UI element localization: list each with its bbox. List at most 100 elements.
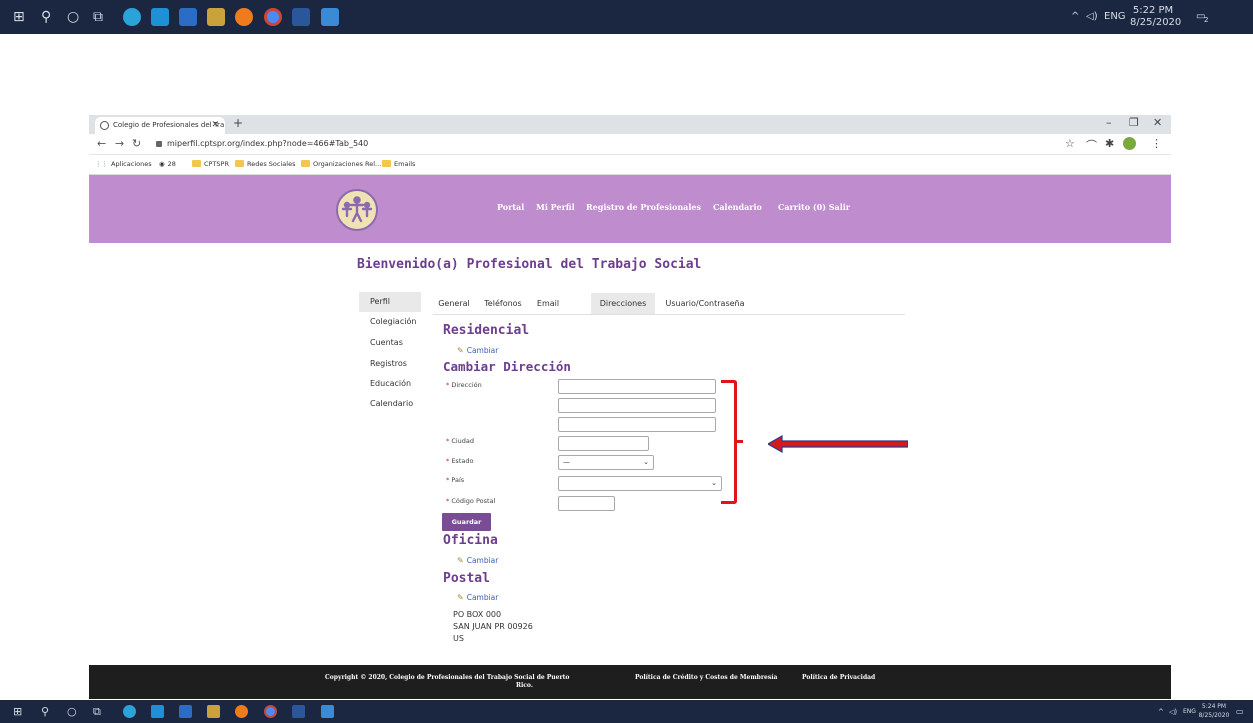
clock-time: 5:24 PM xyxy=(1201,703,1227,710)
bookmark-redes[interactable]: Redes Sociales xyxy=(235,160,295,169)
clock[interactable]: 5:24 PM 8/25/2020 xyxy=(1198,702,1230,720)
ciudad-input[interactable] xyxy=(558,436,649,451)
language-indicator[interactable]: ENG xyxy=(1104,11,1126,23)
calendar-app-icon[interactable] xyxy=(179,8,197,26)
edge-icon[interactable] xyxy=(123,8,141,26)
bookmark-28[interactable]: ◉ 28 xyxy=(159,160,176,169)
side-item-colegiacion[interactable]: Colegiación xyxy=(359,312,421,332)
menu-kebab-icon[interactable]: ⋮ xyxy=(1151,137,1162,150)
search-icon[interactable]: ⚲ xyxy=(41,7,51,27)
url-text: miperfil.cptspr.org/index.php?node=466#T… xyxy=(167,139,369,148)
bookmark-organizaciones[interactable]: Organizaciones Rel... xyxy=(301,160,381,169)
apps-grid-icon: ⋮⋮ xyxy=(95,160,108,168)
new-tab-icon[interactable]: + xyxy=(233,116,243,130)
red-bracket-tick xyxy=(734,440,743,443)
photos-icon[interactable] xyxy=(321,705,334,718)
section-oficina: Oficina xyxy=(443,533,498,548)
browser-tab[interactable]: Colegio de Profesionales del Tra ✕ xyxy=(95,117,225,134)
word-icon[interactable] xyxy=(292,8,310,26)
notification-icon[interactable]: ▭ xyxy=(1236,706,1244,718)
side-item-educacion[interactable]: Educación xyxy=(359,374,421,394)
side-item-cuentas[interactable]: Cuentas xyxy=(359,333,421,353)
nav-registro[interactable]: Registro de Profesionales xyxy=(586,202,701,212)
minimize-icon[interactable]: – xyxy=(1106,116,1112,129)
side-item-calendario[interactable]: Calendario xyxy=(359,394,421,414)
logo-figures-icon xyxy=(341,196,373,223)
tab-general[interactable]: General xyxy=(433,293,475,314)
store-icon[interactable] xyxy=(207,8,225,26)
word-icon[interactable] xyxy=(292,705,305,718)
tab-usuario-contrasena[interactable]: Usuario/Contraseña xyxy=(657,293,753,314)
mail-icon[interactable] xyxy=(151,705,164,718)
cambiar-postal-link[interactable]: ✎ Cambiar xyxy=(457,593,498,602)
clock[interactable]: 5:22 PM 8/25/2020 xyxy=(1130,5,1182,29)
firefox-icon[interactable] xyxy=(235,705,248,718)
start-icon[interactable]: ⊞ xyxy=(13,702,22,722)
tab-telefonos[interactable]: Teléfonos xyxy=(477,293,529,314)
nav-portal[interactable]: Portal xyxy=(497,202,524,212)
puzzle-icon[interactable]: ✱ xyxy=(1105,137,1114,150)
edge-icon[interactable] xyxy=(123,705,136,718)
profile-avatar[interactable] xyxy=(1123,137,1136,150)
lock-icon xyxy=(156,141,162,147)
cambiar-residencial-link[interactable]: ✎ Cambiar xyxy=(457,346,498,355)
chrome-icon[interactable] xyxy=(264,705,277,718)
nav-calendario[interactable]: Calendario xyxy=(713,202,762,212)
address-bar: ← → ↻ miperfil.cptspr.org/index.php?node… xyxy=(89,134,1171,155)
folder-icon xyxy=(382,160,391,167)
save-button[interactable]: Guardar xyxy=(442,513,491,531)
extension-icon[interactable]: ⌒ xyxy=(1086,137,1097,153)
search-icon[interactable]: ⚲ xyxy=(41,702,49,722)
nav-carrito-salir[interactable]: Carrito (0) Salir xyxy=(778,202,850,212)
tab-direcciones[interactable]: Direcciones xyxy=(591,293,655,314)
pencil-icon: ✎ xyxy=(457,593,464,602)
label-pais: * País xyxy=(446,476,465,484)
chrome-icon[interactable] xyxy=(264,8,282,26)
direccion-line3-input[interactable] xyxy=(558,417,716,432)
bookmark-cptspr[interactable]: CPTSPR xyxy=(192,160,229,169)
cortana-icon[interactable]: ○ xyxy=(67,702,77,722)
footer-link-privacidad[interactable]: Política de Privacidad xyxy=(802,674,875,681)
reload-icon[interactable]: ↻ xyxy=(132,137,141,150)
calendar-app-icon[interactable] xyxy=(179,705,192,718)
task-view-icon[interactable]: ⧉ xyxy=(93,702,101,722)
nav-mi-perfil[interactable]: Mi Perfil xyxy=(536,202,575,212)
volume-icon[interactable]: ◁) xyxy=(1086,11,1098,23)
estado-select[interactable]: — ⌄ xyxy=(558,455,654,470)
direccion-line2-input[interactable] xyxy=(558,398,716,413)
label-estado: * Estado xyxy=(446,457,474,465)
window-close-icon[interactable]: ✕ xyxy=(1153,116,1162,129)
restore-icon[interactable]: ❐ xyxy=(1129,116,1139,129)
section-residencial: Residencial xyxy=(443,323,530,338)
cambiar-oficina-link[interactable]: ✎ Cambiar xyxy=(457,556,498,565)
clock-date: 8/25/2020 xyxy=(1130,17,1182,28)
url-input[interactable]: miperfil.cptspr.org/index.php?node=466#T… xyxy=(153,136,1053,152)
store-icon[interactable] xyxy=(207,705,220,718)
tray-chevron-icon[interactable]: ^ xyxy=(1158,706,1164,718)
bookmark-emails[interactable]: Emails xyxy=(382,160,415,169)
direccion-line1-input[interactable] xyxy=(558,379,716,394)
start-icon[interactable]: ⊞ xyxy=(13,7,25,27)
tab-email[interactable]: Email xyxy=(531,293,565,314)
bookmark-apps[interactable]: ⋮⋮ Aplicaciones xyxy=(95,160,152,169)
task-view-icon[interactable]: ⧉ xyxy=(93,7,103,27)
photos-icon[interactable] xyxy=(321,8,339,26)
close-tab-icon[interactable]: ✕ xyxy=(211,117,219,134)
side-item-perfil[interactable]: Perfil xyxy=(359,292,421,312)
tray-chevron-icon[interactable]: ^ xyxy=(1071,11,1079,23)
language-indicator[interactable]: ENG xyxy=(1183,706,1196,718)
back-icon[interactable]: ← xyxy=(97,137,106,150)
cortana-icon[interactable]: ○ xyxy=(67,7,79,27)
chevron-down-icon: ⌄ xyxy=(643,458,649,466)
codigo-postal-input[interactable] xyxy=(558,496,615,511)
volume-icon[interactable]: ◁) xyxy=(1169,706,1177,718)
star-icon[interactable]: ☆ xyxy=(1065,137,1075,150)
mail-icon[interactable] xyxy=(151,8,169,26)
site-header: Portal Mi Perfil Registro de Profesional… xyxy=(89,175,1171,243)
side-item-registros[interactable]: Registros xyxy=(359,354,421,374)
logo[interactable] xyxy=(336,189,378,231)
footer-link-credito[interactable]: Política de Crédito y Costos de Membresí… xyxy=(635,674,777,681)
pais-select[interactable]: ⌄ xyxy=(558,476,722,491)
firefox-icon[interactable] xyxy=(235,8,253,26)
forward-icon[interactable]: → xyxy=(115,137,124,150)
